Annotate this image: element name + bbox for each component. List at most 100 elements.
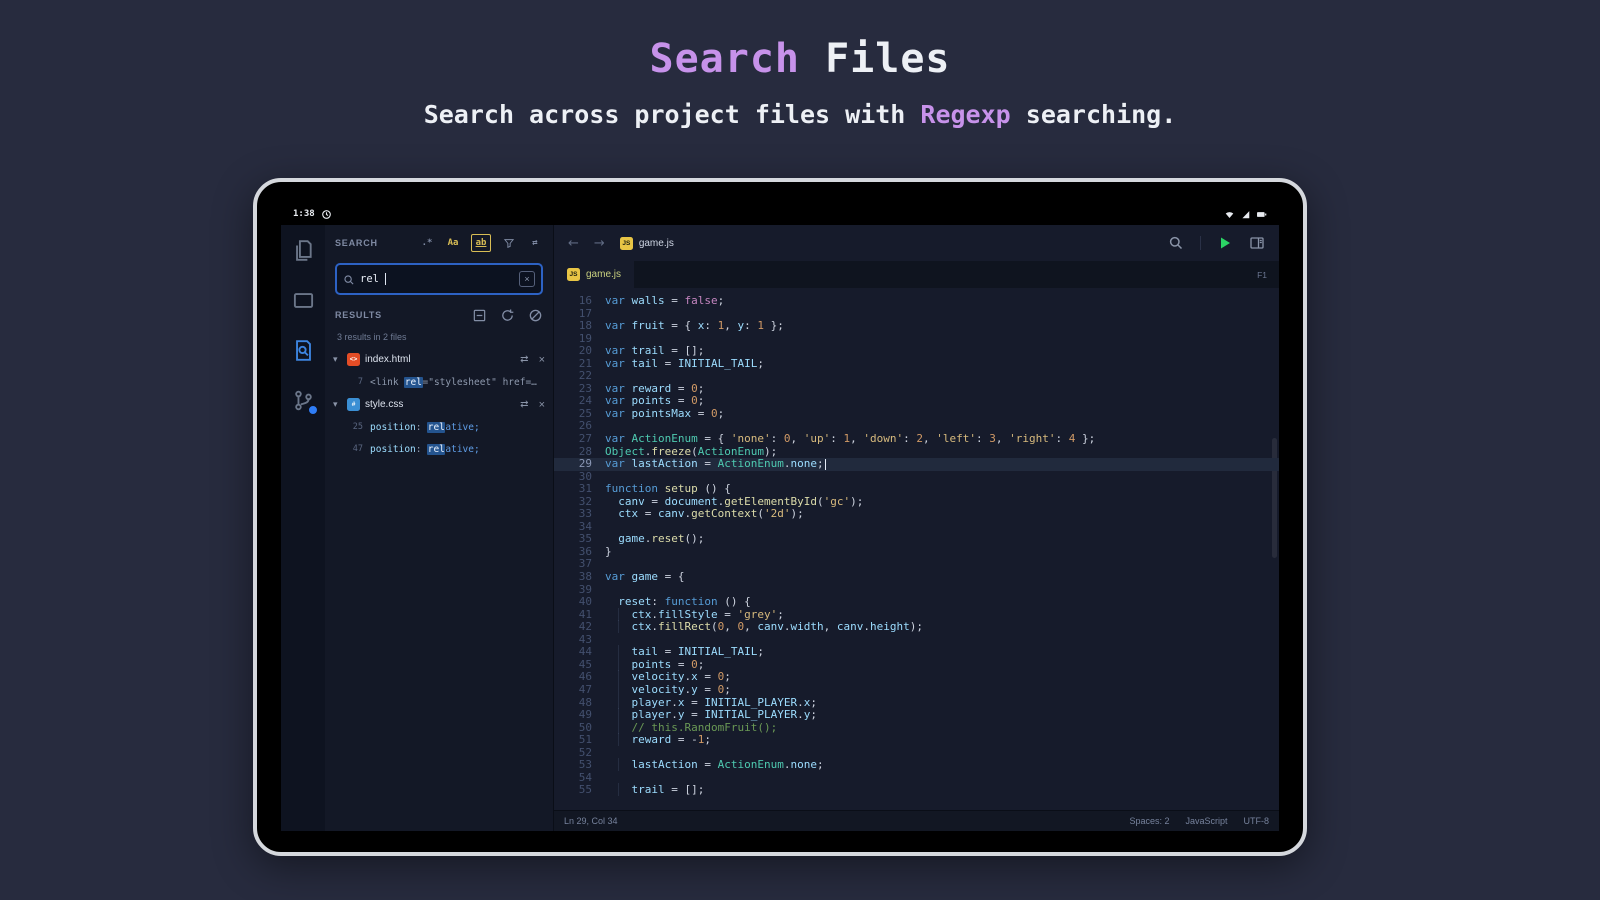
code-line-16: 16var walls = false; xyxy=(554,295,1279,308)
line-number: 47 xyxy=(554,684,605,697)
editor-caret xyxy=(825,459,827,470)
result-file-style.css[interactable]: ▾#style.css⇄× xyxy=(325,393,553,416)
notification-badge xyxy=(308,405,318,415)
line-number: 44 xyxy=(554,646,605,659)
status-right-items: Spaces: 2 JavaScript UTF-8 xyxy=(1129,816,1269,826)
cursor-position[interactable]: Ln 29, Col 34 xyxy=(564,816,618,826)
whole-word-icon[interactable]: ab xyxy=(471,234,491,252)
file-breadcrumb-label: game.js xyxy=(639,238,674,249)
text-segment: Regexp xyxy=(920,100,1010,129)
replace-all-icon[interactable]: ⇄ xyxy=(520,399,528,410)
activity-item-source-control[interactable] xyxy=(292,389,315,412)
match-line-number: 25 xyxy=(349,422,363,432)
match-row[interactable]: 7<link rel="stylesheet" href=… xyxy=(325,371,553,393)
line-content: var fruit = { x: 1, y: 1 }; xyxy=(605,320,784,333)
toggle-replace-icon[interactable]: ⇄ xyxy=(527,235,543,251)
file-row-actions: ⇄× xyxy=(520,354,545,366)
page-subtitle: Search across project files with Regexp … xyxy=(0,100,1600,129)
filter-files-icon[interactable] xyxy=(501,235,517,251)
editor-column: ← → JS game.js JS game.js xyxy=(554,225,1279,831)
editor-actions xyxy=(1168,235,1265,251)
line-content: var pointsMax = 0; xyxy=(605,408,724,421)
line-content: reward = -1; xyxy=(605,734,711,747)
line-number: 49 xyxy=(554,709,605,722)
line-content: lastAction = ActionEnum.none; xyxy=(605,759,824,772)
code-line-29: 29var lastAction = ActionEnum.none; xyxy=(554,458,1279,471)
forward-icon[interactable]: → xyxy=(594,236,605,251)
line-number: 42 xyxy=(554,621,605,634)
line-content: game.reset(); xyxy=(605,533,704,546)
code-line-21: 21var tail = INITIAL_TAIL; xyxy=(554,358,1279,371)
match-row[interactable]: 25position: relative; xyxy=(325,416,553,438)
replace-all-icon[interactable]: ⇄ xyxy=(520,354,528,365)
activity-item-search[interactable] xyxy=(292,339,315,362)
match-text: position: relative; xyxy=(370,444,480,455)
code-line-18: 18var fruit = { x: 1, y: 1 }; xyxy=(554,320,1279,333)
keybind-hint: F1 xyxy=(1257,261,1279,288)
clear-search-icon[interactable]: × xyxy=(519,271,535,287)
results-title: RESULTS xyxy=(335,310,382,320)
clear-results-icon[interactable] xyxy=(528,308,543,323)
file-breadcrumb: JS game.js xyxy=(620,237,674,250)
dismiss-icon[interactable]: × xyxy=(539,354,545,366)
code-editor[interactable]: 16var walls = false;1718var fruit = { x:… xyxy=(554,288,1279,810)
activity-bar xyxy=(281,225,325,831)
code-line-25: 25var pointsMax = 0; xyxy=(554,408,1279,421)
use-regex-icon[interactable]: .* xyxy=(419,235,435,251)
status-item[interactable]: Spaces: 2 xyxy=(1129,816,1169,826)
dismiss-icon[interactable]: × xyxy=(539,399,545,411)
line-number: 18 xyxy=(554,320,605,333)
match-row[interactable]: 47position: relative; xyxy=(325,438,553,460)
activity-item-files[interactable] xyxy=(292,239,315,262)
results-summary: 3 results in 2 files xyxy=(325,329,553,348)
search-sidebar: SEARCH .* Aaab ⇄ rel × RESULTS 3 results i… xyxy=(325,225,554,831)
line-number: 16 xyxy=(554,295,605,308)
file-name: style.css xyxy=(365,399,403,410)
code-line-51: 51 reward = -1; xyxy=(554,734,1279,747)
code-line-38: 38var game = { xyxy=(554,571,1279,584)
status-item[interactable]: UTF-8 xyxy=(1244,816,1270,826)
text-segment: Search across project files with xyxy=(424,100,921,129)
result-file-index.html[interactable]: ▾<>index.html⇄× xyxy=(325,348,553,371)
tab-bar: JS game.js F1 xyxy=(554,261,1279,288)
refresh-icon[interactable] xyxy=(500,308,515,323)
page-title: Search Files xyxy=(0,36,1600,82)
line-content: var lastAction = ActionEnum.none; xyxy=(605,458,826,471)
collapse-all-icon[interactable] xyxy=(472,308,487,323)
find-in-file-icon[interactable] xyxy=(1168,235,1184,251)
match-case-icon[interactable]: Aa xyxy=(445,235,461,251)
code-line-33: 33 ctx = canv.getContext('2d'); xyxy=(554,508,1279,521)
js-file-icon: JS xyxy=(620,237,633,250)
text-segment: Files xyxy=(825,36,950,82)
code-line-55: 55 trail = []; xyxy=(554,784,1279,797)
text-caret xyxy=(385,273,387,285)
search-panel-title: SEARCH xyxy=(335,238,378,248)
run-icon[interactable] xyxy=(1217,235,1233,251)
line-number: 20 xyxy=(554,345,605,358)
js-file-icon: JS xyxy=(567,268,580,281)
tab-label: game.js xyxy=(586,269,621,280)
search-toolbar: .* Aaab ⇄ xyxy=(419,234,543,252)
line-number: 55 xyxy=(554,784,605,797)
back-icon[interactable]: ← xyxy=(568,236,579,251)
results-header: RESULTS xyxy=(325,301,553,329)
html-file-icon: <> xyxy=(347,353,360,366)
tablet-screen: 1:38 SEARCH .*Aaab⇄ rel × xyxy=(281,203,1279,831)
status-item[interactable]: JavaScript xyxy=(1185,816,1227,826)
wifi-icon xyxy=(1224,209,1235,220)
search-input[interactable]: rel × xyxy=(335,263,543,295)
line-content: } xyxy=(605,546,612,559)
line-content: ctx = canv.getContext('2d'); xyxy=(605,508,804,521)
text-segment: Search xyxy=(650,36,826,82)
line-number: 22 xyxy=(554,370,605,383)
toggle-layout-icon[interactable] xyxy=(1249,235,1265,251)
page: Search Files Search across project files… xyxy=(0,0,1600,900)
results-list: ▾<>index.html⇄×7<link rel="stylesheet" h… xyxy=(325,348,553,460)
line-number: 31 xyxy=(554,483,605,496)
search-input-value: rel xyxy=(360,273,379,285)
line-content: trail = []; xyxy=(605,784,704,797)
code-line-53: 53 lastAction = ActionEnum.none; xyxy=(554,759,1279,772)
line-number: 53 xyxy=(554,759,605,772)
tab-game-js[interactable]: JS game.js xyxy=(554,261,634,288)
activity-item-editors[interactable] xyxy=(292,289,315,312)
